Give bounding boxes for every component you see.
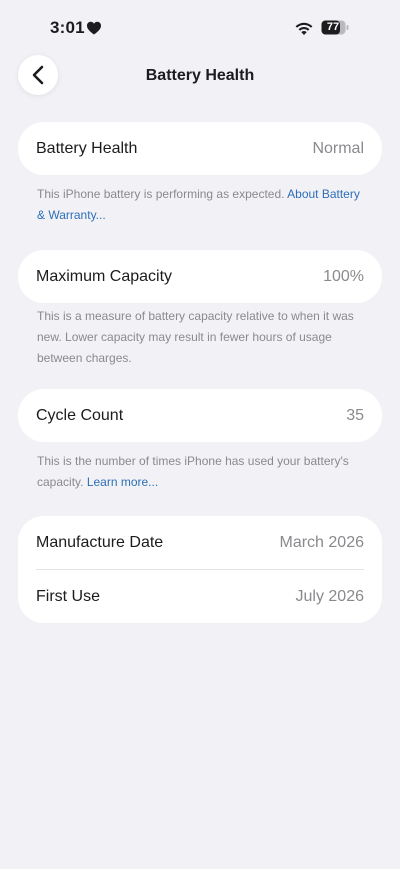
maximum-capacity-value: 100% (323, 267, 364, 285)
maximum-capacity-footnote: This is a measure of battery capacity re… (37, 309, 354, 365)
battery-health-value: Normal (312, 139, 364, 157)
battery-health-footnote-text: This iPhone battery is performing as exp… (37, 187, 288, 201)
battery-health-card: Battery Health Normal (18, 122, 382, 175)
battery-health-footnote: This iPhone battery is performing as exp… (37, 184, 367, 226)
maximum-capacity-row: Maximum Capacity 100% (18, 250, 382, 303)
manufacture-date-label: Manufacture Date (36, 533, 164, 551)
battery-health-label: Battery Health (36, 139, 138, 157)
battery-level-text: 77 (326, 21, 340, 33)
dates-card: Manufacture Date March 2026 First Use Ju… (18, 516, 382, 623)
first-use-row: First Use July 2026 (18, 570, 382, 623)
maximum-capacity-card: Maximum Capacity 100% (18, 250, 382, 303)
wifi-icon (295, 22, 313, 35)
page-title: Battery Health (145, 67, 255, 84)
cycle-count-row: Cycle Count 35 (18, 389, 382, 442)
cycle-count-footnote-text: This is the number of times iPhone has u… (37, 454, 349, 489)
cycle-count-card: Cycle Count 35 (18, 389, 382, 442)
first-use-value: July 2026 (295, 587, 365, 605)
status-time: 3:01 (50, 18, 85, 37)
cycle-count-footnote: This is the number of times iPhone has u… (37, 451, 367, 493)
battery-health-row: Battery Health Normal (18, 122, 382, 175)
first-use-label: First Use (36, 587, 100, 605)
manufacture-date-value: March 2026 (279, 533, 365, 551)
maximum-capacity-label: Maximum Capacity (36, 267, 173, 285)
status-bar: 3:01 77 (0, 0, 400, 56)
manufacture-date-row: Manufacture Date March 2026 (18, 516, 382, 569)
cycle-count-value: 35 (346, 406, 364, 424)
learn-more-link[interactable]: Learn more... (87, 475, 158, 489)
heart-icon (87, 21, 101, 35)
cycle-count-label: Cycle Count (36, 406, 124, 424)
